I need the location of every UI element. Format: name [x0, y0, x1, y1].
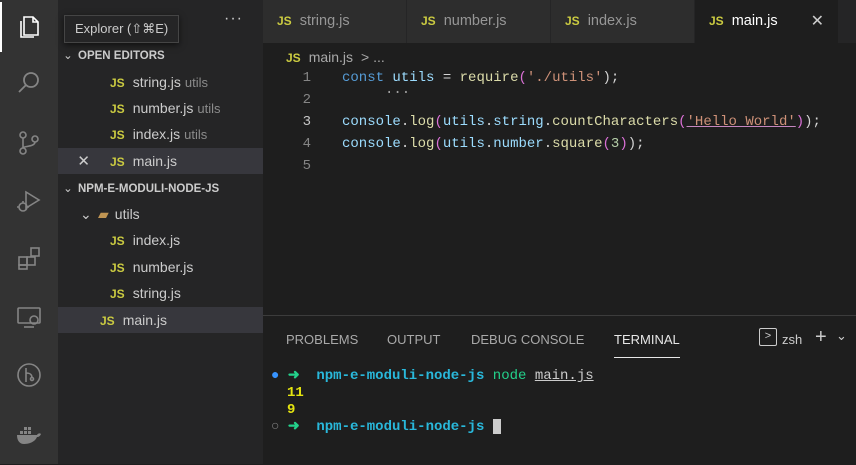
open-editor-filename: number.js — [132, 100, 194, 116]
explorer-sidebar: Explorer (⇧⌘E) ··· ⌄ OPEN EDITORS JS strin… — [58, 0, 263, 464]
command-success-icon: ● — [271, 368, 280, 384]
files-icon[interactable] — [14, 12, 44, 42]
open-editor-folder: utils — [184, 127, 208, 142]
breadcrumb: JS main.js >... — [286, 46, 385, 68]
file-name: number.js — [132, 259, 194, 275]
chevron-down-icon: ⌄ — [63, 50, 73, 62]
tab-problems[interactable]: PROBLEMS — [286, 330, 358, 350]
open-editors-header[interactable]: ⌄ OPEN EDITORS — [58, 45, 165, 67]
search-icon[interactable] — [14, 68, 44, 98]
chevron-down-icon: ⌄ — [63, 183, 73, 195]
js-file-icon: JS — [110, 102, 125, 116]
js-file-icon: JS — [709, 14, 724, 28]
js-file-icon: JS — [277, 14, 292, 28]
js-file-icon: JS — [110, 234, 125, 248]
chevron-down-icon[interactable]: ⌄ — [836, 326, 847, 346]
code-editor[interactable]: 1 2 3 4 5 const utils = require('./utils… — [263, 68, 856, 314]
tab-index-js[interactable]: JS index.js — [551, 0, 695, 43]
js-file-icon: JS — [110, 287, 125, 301]
source-control-icon[interactable] — [14, 128, 44, 158]
editor-tabs: JS string.js JS number.js JS index.js JS mai… — [263, 0, 856, 43]
code-line-1: const utils = require('./utils'); — [342, 70, 620, 86]
sidebar-header: Explorer (⇧⌘E) ··· — [58, 0, 263, 43]
open-editor-filename: string.js — [132, 74, 181, 90]
docker-icon[interactable] — [14, 418, 44, 448]
open-editor-item[interactable]: JS string.js utils — [58, 69, 263, 95]
open-editor-folder: utils — [184, 75, 209, 90]
tab-label: number.js — [443, 13, 507, 29]
js-file-icon: JS — [110, 76, 125, 90]
git-graph-icon[interactable] — [14, 360, 44, 390]
line-number: 5 — [302, 158, 311, 174]
tab-label: index.js — [587, 13, 637, 29]
terminal-prompt-line: ○ ➜ npm-e-moduli-node-js — [271, 419, 501, 436]
run-debug-icon[interactable] — [14, 186, 44, 216]
line-number: 2 — [302, 92, 311, 108]
add-terminal-icon[interactable]: + — [815, 327, 827, 347]
breadcrumb-symbols[interactable]: ... — [373, 49, 385, 65]
file-name: index.js — [132, 232, 181, 248]
js-file-icon: JS — [110, 128, 125, 142]
terminal-output-line: 9 — [287, 402, 296, 418]
open-editors-title: OPEN EDITORS — [78, 50, 165, 62]
open-editor-filename: main.js — [132, 153, 178, 169]
js-file-icon: JS — [286, 51, 301, 65]
activity-bar — [0, 0, 58, 464]
code-line-4: console.log(utils.number.square(3)); — [342, 136, 645, 152]
terminal-shell-icon[interactable]: > — [759, 328, 777, 346]
terminal-output-line: 11 — [287, 385, 304, 401]
file-item[interactable]: JS index.js — [58, 227, 263, 253]
active-indicator — [0, 2, 2, 52]
line-number: 4 — [302, 136, 311, 152]
file-item-active[interactable]: JS main.js — [58, 307, 263, 333]
js-file-icon: JS — [110, 261, 125, 275]
breadcrumb-separator: > — [360, 49, 370, 65]
js-file-icon: JS — [565, 14, 580, 28]
tab-output[interactable]: OUTPUT — [387, 330, 440, 350]
shell-name[interactable]: zsh — [782, 330, 802, 350]
tab-terminal[interactable]: TERMINAL — [614, 330, 680, 358]
project-title: NPM-E-MODULI-NODE-JS — [78, 183, 220, 195]
open-editor-item[interactable]: JS index.js utils — [58, 121, 263, 147]
breadcrumb-file[interactable]: main.js — [309, 49, 353, 65]
close-icon[interactable]: ✕ — [76, 149, 90, 175]
close-tab-icon[interactable]: ✕ — [811, 0, 824, 43]
tab-debug-console[interactable]: DEBUG CONSOLE — [471, 330, 584, 350]
code-line-3: console.log(utils.string.countCharacters… — [342, 114, 821, 130]
folder-icon: ▰ — [98, 206, 109, 222]
line-number: 3 — [302, 114, 311, 130]
extensions-icon[interactable] — [14, 244, 44, 274]
file-item[interactable]: JS number.js — [58, 254, 263, 280]
tab-label: string.js — [299, 13, 350, 29]
js-file-icon: JS — [100, 314, 115, 328]
open-editor-folder: utils — [197, 101, 221, 116]
open-editor-filename: index.js — [132, 126, 181, 142]
remote-explorer-icon[interactable] — [14, 302, 44, 332]
terminal-cursor — [492, 419, 501, 434]
tab-number-js[interactable]: JS number.js — [407, 0, 551, 43]
project-header[interactable]: ⌄ NPM-E-MODULI-NODE-JS — [58, 178, 219, 200]
open-editor-item-active[interactable]: ✕ JS main.js — [58, 148, 263, 174]
command-pending-icon: ○ — [271, 419, 280, 436]
folder-name: utils — [114, 206, 140, 222]
open-editor-item[interactable]: JS number.js utils — [58, 95, 263, 121]
hover-dots: ... — [385, 82, 411, 98]
file-item[interactable]: JS string.js — [58, 280, 263, 306]
tab-string-js[interactable]: JS string.js — [263, 0, 407, 43]
bottom-panel: PROBLEMS OUTPUT DEBUG CONSOLE TERMINAL >… — [263, 315, 856, 465]
terminal-line: ● ➜ npm-e-moduli-node-js node main.js — [271, 368, 594, 384]
js-file-icon: JS — [110, 155, 125, 169]
tab-label: main.js — [731, 13, 778, 29]
explorer-tooltip: Explorer (⇧⌘E) — [64, 15, 180, 43]
js-file-icon: JS — [421, 14, 436, 28]
chevron-down-icon: ⌄ — [80, 206, 92, 222]
more-actions-button[interactable]: ··· — [224, 10, 243, 28]
tab-main-js[interactable]: JS main.js ✕ — [695, 0, 839, 43]
file-name: string.js — [132, 285, 181, 301]
file-name: main.js — [122, 312, 168, 328]
folder-item-utils[interactable]: ⌄ ▰ utils — [58, 201, 263, 227]
line-number: 1 — [302, 70, 311, 86]
